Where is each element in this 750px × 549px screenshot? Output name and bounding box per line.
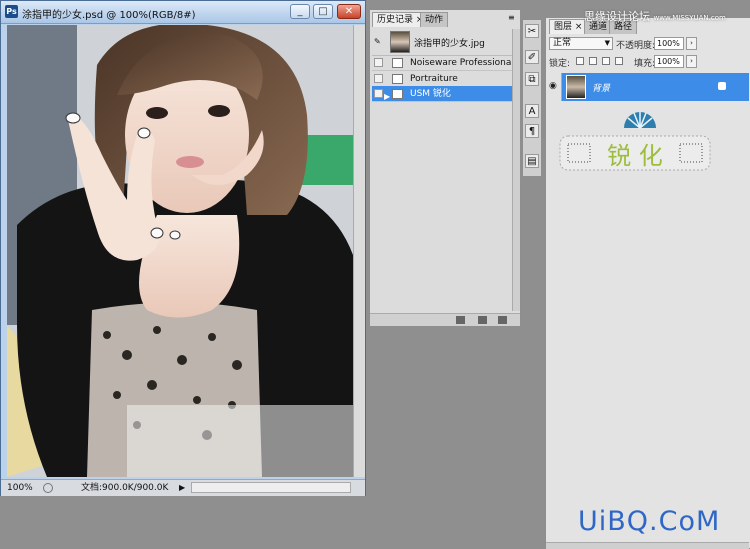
- history-item-portraiture[interactable]: Portraiture: [372, 71, 512, 87]
- document-titlebar[interactable]: Ps 涂指甲的少女.psd @ 100%(RGB/8#) _ □ ✕: [1, 1, 365, 24]
- history-item-noiseware[interactable]: Noiseware Professional: [372, 55, 514, 71]
- sharpen-logo-graphic: 锐 化: [559, 112, 711, 171]
- tool-presets-icon[interactable]: ✂: [525, 24, 539, 38]
- right-eye: [208, 105, 230, 117]
- new-document-from-state-icon[interactable]: [456, 316, 465, 324]
- fan-icon: [624, 112, 656, 129]
- history-item-label: USM 锐化: [410, 89, 451, 99]
- blend-mode-select[interactable]: 正常 ▼: [549, 37, 613, 50]
- watermark-text: 思缘设计论坛: [584, 10, 650, 23]
- history-state-box[interactable]: [374, 74, 383, 83]
- character-panel-icon[interactable]: A: [525, 104, 539, 118]
- lips: [176, 156, 204, 168]
- snapshot-thumbnail: [390, 31, 410, 53]
- doc-size-info: 文档:900.0K/900.0K: [81, 483, 169, 493]
- close-button[interactable]: ✕: [337, 4, 361, 19]
- maximize-button[interactable]: □: [313, 4, 333, 19]
- document-window[interactable]: Ps 涂指甲的少女.psd @ 100%(RGB/8#) _ □ ✕ 100% …: [0, 0, 366, 496]
- filter-step-icon: [392, 89, 403, 99]
- fill-slider-arrow-icon[interactable]: ›: [686, 55, 697, 68]
- opacity-slider-arrow-icon[interactable]: ›: [686, 37, 697, 50]
- fill-input[interactable]: 100%: [654, 55, 684, 68]
- filter-step-icon: [392, 74, 403, 84]
- history-item-label: Noiseware Professional: [410, 58, 514, 68]
- lock-image-icon[interactable]: [589, 57, 597, 65]
- vertical-scrollbar[interactable]: [353, 25, 365, 477]
- clone-source-icon[interactable]: ⧉: [525, 72, 539, 86]
- paper-on-desk: [127, 405, 353, 477]
- trash-icon[interactable]: [498, 316, 507, 324]
- eye-icon: ◉: [549, 81, 557, 91]
- history-panel[interactable]: 历史记录 × 动作 ≡ ✎ 涂指甲的少女.jpg Noiseware Profe…: [369, 9, 521, 326]
- document-statusbar: 100% 文档:900.0K/900.0K ▶: [1, 479, 365, 496]
- portrait-photo-illustration: [7, 25, 353, 477]
- layer-visibility-toggle[interactable]: ◉: [546, 73, 562, 101]
- opacity-input[interactable]: 100%: [654, 37, 684, 50]
- document-title: 涂指甲的少女.psd @ 100%(RGB/8#): [22, 10, 196, 21]
- layers-panel[interactable]: 图层 × 通道 路径 正常 ▼ 不透明度: 100% › 锁定: 填充: 100…: [545, 18, 750, 549]
- horizontal-scrollbar[interactable]: [191, 482, 351, 493]
- layer-lock-icon: [718, 82, 726, 90]
- tab-history-label: 历史记录: [377, 15, 414, 25]
- tab-layers-label: 图层: [554, 22, 573, 32]
- statusbar-preview-icon[interactable]: [43, 483, 53, 493]
- paragraph-panel-icon[interactable]: ¶: [525, 124, 539, 138]
- watermark-url: www.MISSYUAN.com: [653, 14, 726, 22]
- history-current-state-arrow-icon: ▶: [384, 92, 391, 101]
- info-panel-icon[interactable]: ▤: [525, 154, 539, 168]
- history-item-usm-sharpen[interactable]: ▶ USM 锐化: [372, 86, 512, 102]
- history-scrollbar[interactable]: [512, 29, 520, 311]
- history-item-label: Portraiture: [410, 74, 458, 84]
- brush-presets-icon[interactable]: ✐: [525, 50, 539, 64]
- history-snapshot[interactable]: ✎ 涂指甲的少女.jpg: [372, 29, 512, 56]
- filter-step-icon: [392, 58, 403, 68]
- history-state-box[interactable]: [374, 58, 383, 67]
- layer-thumbnail: [566, 75, 586, 99]
- logo-brush-text: 锐 化: [607, 142, 663, 170]
- layer-name[interactable]: 背景: [592, 81, 610, 94]
- left-eye: [146, 107, 168, 119]
- watermark-site-name: 思缘设计论坛 www.MISSYUAN.com: [584, 8, 726, 24]
- uibq-logo-watermark: UiBQ.CoM: [578, 506, 721, 537]
- lock-position-icon[interactable]: [602, 57, 610, 65]
- layer-row-background[interactable]: ◉ 背景: [546, 73, 749, 101]
- minimize-button[interactable]: _: [290, 4, 310, 19]
- blend-mode-value: 正常: [553, 38, 572, 48]
- panel-menu-icon[interactable]: ≡: [508, 13, 518, 23]
- photoshop-doc-icon: Ps: [5, 5, 18, 18]
- lock-transparent-icon[interactable]: [576, 57, 584, 65]
- document-canvas[interactable]: [7, 25, 353, 477]
- statusbar-menu-arrow-icon[interactable]: ▶: [179, 480, 185, 496]
- history-state-box[interactable]: [374, 89, 383, 98]
- fill-label: 填充:: [634, 59, 656, 69]
- zoom-level[interactable]: 100%: [7, 480, 33, 496]
- tool-dock[interactable]: ✂ ✐ ⧉ A ¶ ▤: [522, 19, 542, 177]
- snapshot-name: 涂指甲的少女.jpg: [414, 39, 485, 49]
- tab-layers[interactable]: 图层 ×: [549, 19, 588, 34]
- new-snapshot-icon[interactable]: [478, 316, 487, 324]
- tab-close-icon[interactable]: ×: [575, 22, 583, 32]
- lock-all-icon[interactable]: [615, 57, 623, 65]
- history-brush-source-icon[interactable]: ✎: [374, 37, 383, 46]
- history-footer: [370, 313, 520, 326]
- lock-label: 锁定:: [549, 59, 571, 69]
- opacity-label: 不透明度:: [616, 41, 656, 51]
- tab-actions[interactable]: 动作: [420, 12, 449, 27]
- chevron-down-icon: ▼: [604, 39, 610, 47]
